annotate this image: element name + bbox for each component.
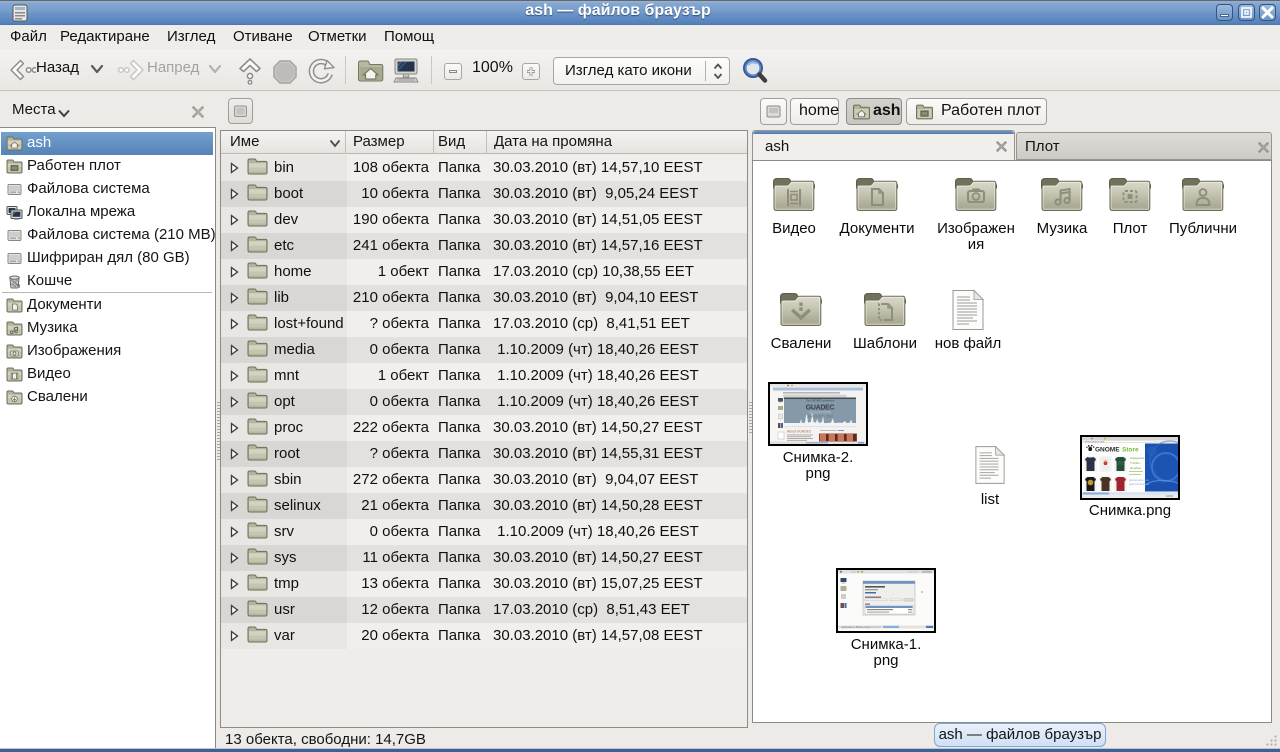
svg-text:Hoodies: Hoodies [1130,466,1142,470]
svg-text:T-shirts: T-shirts [1130,461,1140,465]
svg-text:GUADEC: GUADEC [806,405,835,412]
svg-text:GNOME: GNOME [1095,447,1120,454]
svg-text:open for business: open for business [1129,482,1150,486]
svg-text:gnome store now: gnome store now [1129,478,1149,482]
svg-text:Store: Store [1122,447,1139,454]
svg-text:About GUADEC: About GUADEC [787,430,812,434]
svg-text:The GNOME conference: The GNOME conference [806,399,835,403]
svg-text:July 24-30th, 2010: July 24-30th, 2010 [807,415,833,419]
svg-text:Applications Places System: Applications Places System [841,625,873,629]
svg-text:Categories: Categories [1130,456,1145,460]
svg-text:shop.gnome.org: shop.gnome.org [1085,440,1104,444]
svg-text:100%: 100% [1166,494,1174,498]
